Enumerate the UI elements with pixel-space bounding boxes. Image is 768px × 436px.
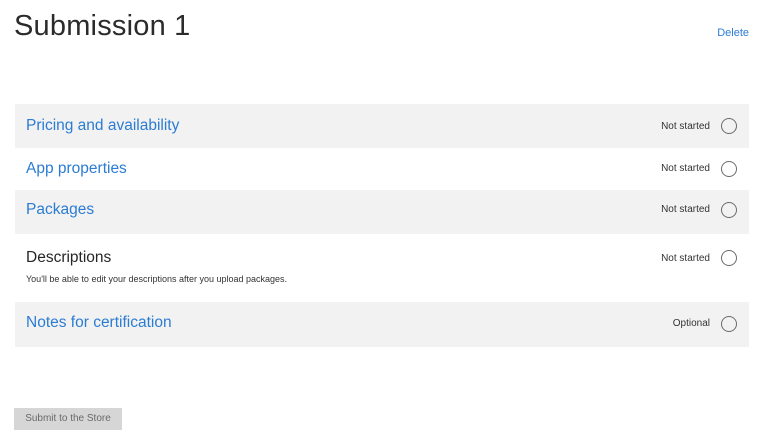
status-circle-icon bbox=[721, 161, 737, 177]
step-descriptions-note: You'll be able to edit your descriptions… bbox=[26, 274, 288, 284]
submission-steps: Pricing and availability Not started App… bbox=[15, 104, 749, 347]
status-circle-icon bbox=[721, 316, 737, 332]
status-circle-icon bbox=[721, 250, 737, 266]
step-status-text: Not started bbox=[661, 204, 710, 215]
step-notes-certification[interactable]: Notes for certification Optional bbox=[15, 302, 749, 347]
step-status-text: Not started bbox=[661, 121, 710, 132]
step-app-properties[interactable]: App properties Not started bbox=[15, 148, 749, 190]
submit-to-store-button[interactable]: Submit to the Store bbox=[14, 408, 122, 430]
delete-link[interactable]: Delete bbox=[717, 27, 749, 39]
step-descriptions-title: Descriptions bbox=[26, 249, 112, 266]
step-pricing-availability[interactable]: Pricing and availability Not started bbox=[15, 104, 749, 148]
step-status-text: Not started bbox=[661, 163, 710, 174]
step-status-text: Not started bbox=[661, 253, 710, 264]
step-packages-link[interactable]: Packages bbox=[26, 201, 94, 219]
step-descriptions: Descriptions You'll be able to edit your… bbox=[15, 234, 749, 302]
step-notes-certification-link[interactable]: Notes for certification bbox=[26, 314, 172, 332]
step-pricing-availability-link[interactable]: Pricing and availability bbox=[26, 117, 179, 135]
page-title: Submission 1 bbox=[14, 10, 191, 42]
submission-page: Submission 1 Delete Pricing and availabi… bbox=[0, 0, 768, 436]
status-circle-icon bbox=[721, 202, 737, 218]
step-app-properties-link[interactable]: App properties bbox=[26, 160, 127, 178]
step-status-text: Optional bbox=[672, 318, 710, 329]
step-packages[interactable]: Packages Not started bbox=[15, 190, 749, 234]
status-circle-icon bbox=[721, 118, 737, 134]
